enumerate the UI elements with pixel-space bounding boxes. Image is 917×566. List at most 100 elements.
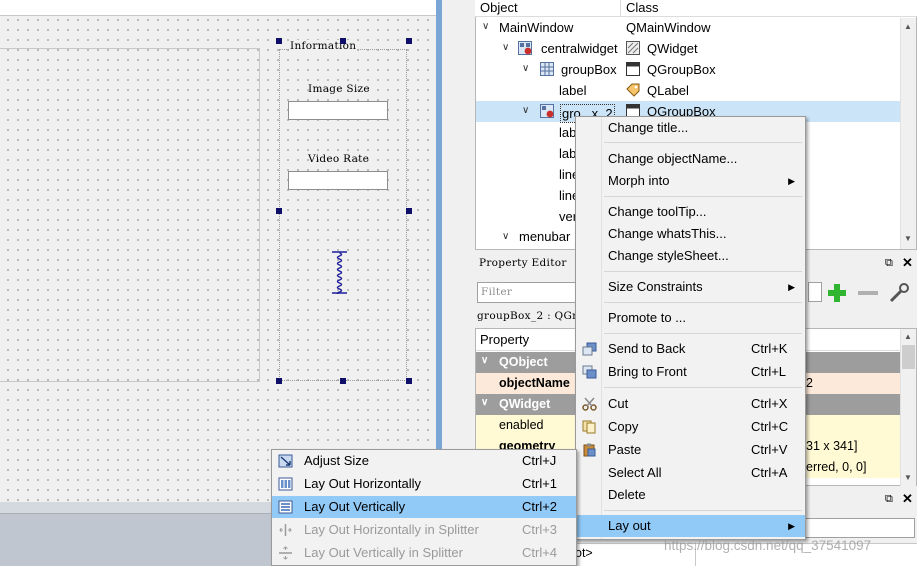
menu-separator (604, 142, 802, 143)
tree-item-menubar[interactable]: menubar (519, 229, 570, 244)
column-property[interactable]: Property (480, 332, 529, 347)
menu-separator (604, 302, 802, 303)
collapse-chevron-icon[interactable]: ∨ (481, 355, 488, 366)
menu-item-lay-out-vertically[interactable]: Lay Out Vertically Ctrl+2 (272, 496, 576, 518)
filter-field-end[interactable] (808, 282, 822, 302)
resize-handle[interactable] (276, 378, 282, 384)
paste-clipboard-icon (583, 443, 596, 457)
close-icon[interactable]: ✕ (902, 491, 913, 507)
menu-item-morph-into[interactable]: Morph into ▶ (576, 170, 805, 192)
tree-item-mainwindow[interactable]: MainWindow (499, 20, 573, 35)
resize-handle[interactable] (276, 208, 282, 214)
inspector-scrollbar[interactable]: ▲ ▼ (900, 18, 916, 249)
resize-handle[interactable] (406, 208, 412, 214)
menu-label: Change objectName... (608, 151, 738, 166)
tree-item-label[interactable]: lab (559, 125, 576, 140)
menu-label: Promote to ... (608, 310, 687, 325)
menu-item-change-objectname[interactable]: Change objectName... (576, 148, 805, 170)
menu-item-lay-out-horizontally-in-splitter[interactable]: Lay Out Horizontally in Splitter Ctrl+3 (272, 519, 576, 541)
horizontal-splitter-icon (279, 524, 292, 536)
menu-shortcut: Ctrl+1 (522, 476, 558, 491)
property-value[interactable]: erred, 0, 0] (806, 460, 866, 474)
scroll-thumb[interactable] (902, 345, 915, 369)
tree-item-groupbox[interactable]: groupBox (561, 62, 617, 77)
menu-label: Change toolTip... (608, 204, 707, 219)
resize-handle[interactable] (406, 378, 412, 384)
menu-item-delete[interactable]: Delete (576, 484, 805, 506)
form-title-strip (0, 0, 438, 16)
image-size-label[interactable]: Image Size (308, 83, 370, 95)
property-value[interactable]: 2 (806, 376, 813, 390)
collapse-chevron-icon[interactable]: ∨ (482, 21, 492, 32)
column-divider[interactable] (620, 0, 621, 17)
resource-filter-input[interactable] (800, 518, 915, 538)
menu-label: Copy (608, 419, 639, 434)
image-size-input[interactable] (288, 101, 388, 120)
menu-item-change-whatsthis[interactable]: Change whatsThis... (576, 223, 805, 245)
property-value[interactable]: 31 x 341] (806, 439, 857, 453)
scroll-up-icon[interactable]: ▲ (904, 22, 912, 31)
video-rate-input[interactable] (288, 171, 388, 190)
resize-handle[interactable] (340, 378, 346, 384)
remove-minus-icon[interactable] (857, 290, 879, 296)
resize-handle[interactable] (406, 38, 412, 44)
add-plus-icon[interactable] (826, 282, 848, 304)
scroll-down-icon[interactable]: ▼ (904, 234, 912, 243)
collapse-chevron-icon[interactable]: ∨ (481, 397, 488, 408)
menu-item-promote-to[interactable]: Promote to ... (576, 307, 805, 329)
tree-item-label[interactable]: lab (559, 146, 576, 161)
column-object[interactable]: Object (480, 0, 518, 15)
menu-item-cut[interactable]: Cut Ctrl+X (576, 393, 805, 415)
vertical-spacer-icon[interactable] (331, 251, 348, 294)
collapse-chevron-icon[interactable]: ∨ (522, 105, 532, 116)
property-filter-input[interactable]: Filter (477, 282, 577, 303)
slot-text[interactable]: ot> (575, 546, 593, 560)
menu-item-lay-out-horizontally[interactable]: Lay Out Horizontally Ctrl+1 (272, 473, 576, 495)
menu-item-lay-out[interactable]: Lay out ▶ (576, 515, 805, 537)
qgroupbox-icon (626, 62, 640, 76)
menu-item-change-stylesheet[interactable]: Change styleSheet... (576, 245, 805, 267)
resize-handle[interactable] (276, 38, 282, 44)
menu-item-change-tooltip[interactable]: Change toolTip... (576, 201, 805, 223)
bring-to-front-icon (582, 365, 597, 379)
menu-item-copy[interactable]: Copy Ctrl+C (576, 416, 805, 438)
menu-shortcut: Ctrl+2 (522, 499, 558, 514)
submenu-arrow-icon: ▶ (788, 521, 795, 531)
collapse-chevron-icon[interactable]: ∨ (502, 42, 512, 53)
vertical-layout-icon (278, 500, 293, 514)
menu-shortcut: Ctrl+C (751, 419, 789, 434)
menu-item-change-title[interactable]: Change title... (576, 117, 805, 139)
tree-item-label[interactable]: label (559, 83, 586, 98)
menu-item-adjust-size[interactable]: Adjust Size Ctrl+J (272, 450, 576, 472)
float-icon[interactable]: ⧉ (885, 257, 893, 270)
menu-label: Lay Out Vertically (304, 499, 406, 514)
column-class[interactable]: Class (626, 0, 659, 15)
property-scrollbar[interactable]: ▲ ▼ (900, 329, 916, 486)
menu-item-send-to-back[interactable]: Send to Back Ctrl+K (576, 338, 805, 360)
tree-item-centralwidget[interactable]: centralwidget (541, 41, 618, 56)
groupbox-left[interactable] (0, 48, 260, 382)
menu-item-bring-to-front[interactable]: Bring to Front Ctrl+L (576, 361, 805, 383)
menu-label: Paste (608, 442, 642, 457)
menu-item-paste[interactable]: Paste Ctrl+V (576, 439, 805, 461)
scroll-up-icon[interactable]: ▲ (904, 332, 912, 341)
menu-item-lay-out-vertically-in-splitter[interactable]: Lay Out Vertically in Splitter Ctrl+4 (272, 542, 576, 564)
menu-shortcut: Ctrl+J (522, 453, 557, 468)
menu-label: Select All (608, 465, 662, 480)
collapse-chevron-icon[interactable]: ∨ (502, 231, 512, 242)
adjust-size-icon (278, 454, 293, 468)
close-icon[interactable]: ✕ (902, 255, 913, 271)
menu-label: Lay Out Horizontally in Splitter (304, 522, 479, 537)
video-rate-label[interactable]: Video Rate (308, 153, 369, 165)
form-resize-edge[interactable] (436, 0, 442, 502)
scroll-down-icon[interactable]: ▼ (904, 473, 912, 482)
resize-handle[interactable] (340, 38, 346, 44)
groupbox-information[interactable] (279, 49, 407, 381)
category-label: QWidget (499, 397, 551, 411)
configure-wrench-icon[interactable] (887, 281, 911, 305)
float-icon[interactable]: ⧉ (885, 493, 893, 506)
menu-label: Cut (608, 396, 629, 411)
menu-item-size-constraints[interactable]: Size Constraints ▶ (576, 276, 805, 298)
collapse-chevron-icon[interactable]: ∨ (522, 63, 532, 74)
menu-item-select-all[interactable]: Select All Ctrl+A (576, 462, 805, 484)
